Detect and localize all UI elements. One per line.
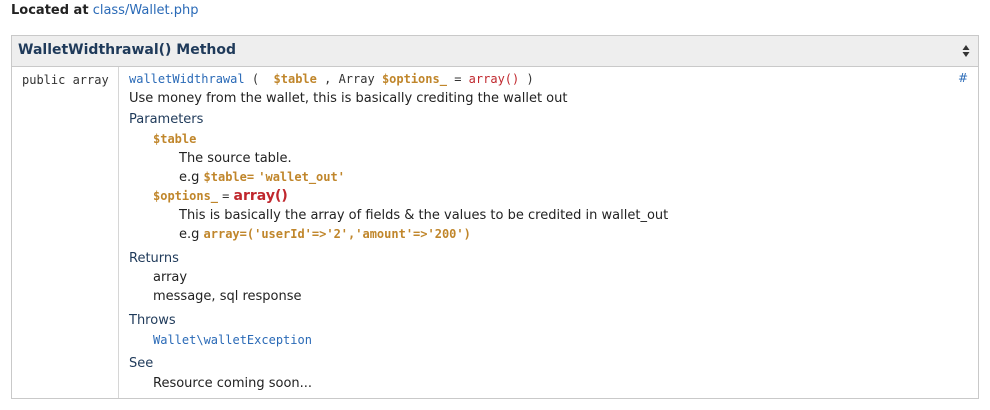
sort-toggle-icon[interactable]: [962, 44, 970, 58]
param-table-desc: The source table.: [179, 151, 292, 166]
eg-code: array=('userId'=>'2','amount'=>'200'): [203, 227, 471, 241]
anchor-link[interactable]: #: [958, 71, 968, 85]
method-panel: WalletWidthrawal() Method public array w…: [11, 35, 979, 399]
param-options-desc: This is basically the array of fields & …: [179, 208, 669, 223]
return-type-value: array: [153, 270, 188, 285]
exception-link[interactable]: Wallet\walletException: [153, 333, 312, 347]
param-table: $table: [273, 72, 317, 86]
eg-prefix: e.g: [179, 170, 200, 185]
open-paren: (: [251, 72, 260, 86]
located-label: Located at: [11, 3, 89, 18]
return-desc: message, sql response: [153, 289, 302, 304]
param-type: Array: [338, 72, 375, 86]
param-options-line: $options_ = array(): [153, 188, 288, 204]
method-header[interactable]: WalletWidthrawal() Method: [12, 36, 978, 67]
param-options-name: $options_: [153, 189, 219, 203]
function-name: walletWidthrawal: [129, 72, 245, 86]
default-value: array(): [468, 72, 520, 86]
comma: ,: [324, 72, 332, 86]
source-file-link[interactable]: class/Wallet.php: [93, 3, 199, 18]
method-title: WalletWidthrawal() Method: [18, 42, 237, 58]
param-options: $options_: [381, 72, 447, 86]
method-signature: walletWidthrawal ( $table , Array $optio…: [129, 72, 534, 86]
param-options-example: e.g array=('userId'=>'2','amount'=>'200'…: [179, 227, 471, 242]
see-heading: See: [129, 356, 154, 371]
close-paren: ): [526, 72, 534, 86]
param-options-equals: =: [222, 189, 230, 203]
signature-column: public array: [12, 67, 119, 398]
eg-prefix: e.g: [179, 227, 200, 242]
param-table-example: e.g $table= 'wallet_out': [179, 170, 345, 185]
param-options-default: array(): [233, 188, 288, 204]
equals-sign: =: [454, 72, 462, 86]
throws-heading: Throws: [129, 313, 176, 328]
eg-var: $table=: [203, 170, 255, 184]
method-description: Use money from the wallet, this is basic…: [129, 91, 568, 106]
located-at: Located at class/Wallet.php: [11, 3, 199, 18]
method-details: walletWidthrawal ( $table , Array $optio…: [129, 67, 978, 398]
param-table-name: $table: [153, 132, 197, 146]
parameters-heading: Parameters: [129, 112, 204, 127]
see-text: Resource coming soon...: [153, 376, 313, 391]
eg-value: 'wallet_out': [258, 170, 345, 184]
returns-heading: Returns: [129, 251, 179, 266]
return-type: public array: [22, 73, 109, 87]
